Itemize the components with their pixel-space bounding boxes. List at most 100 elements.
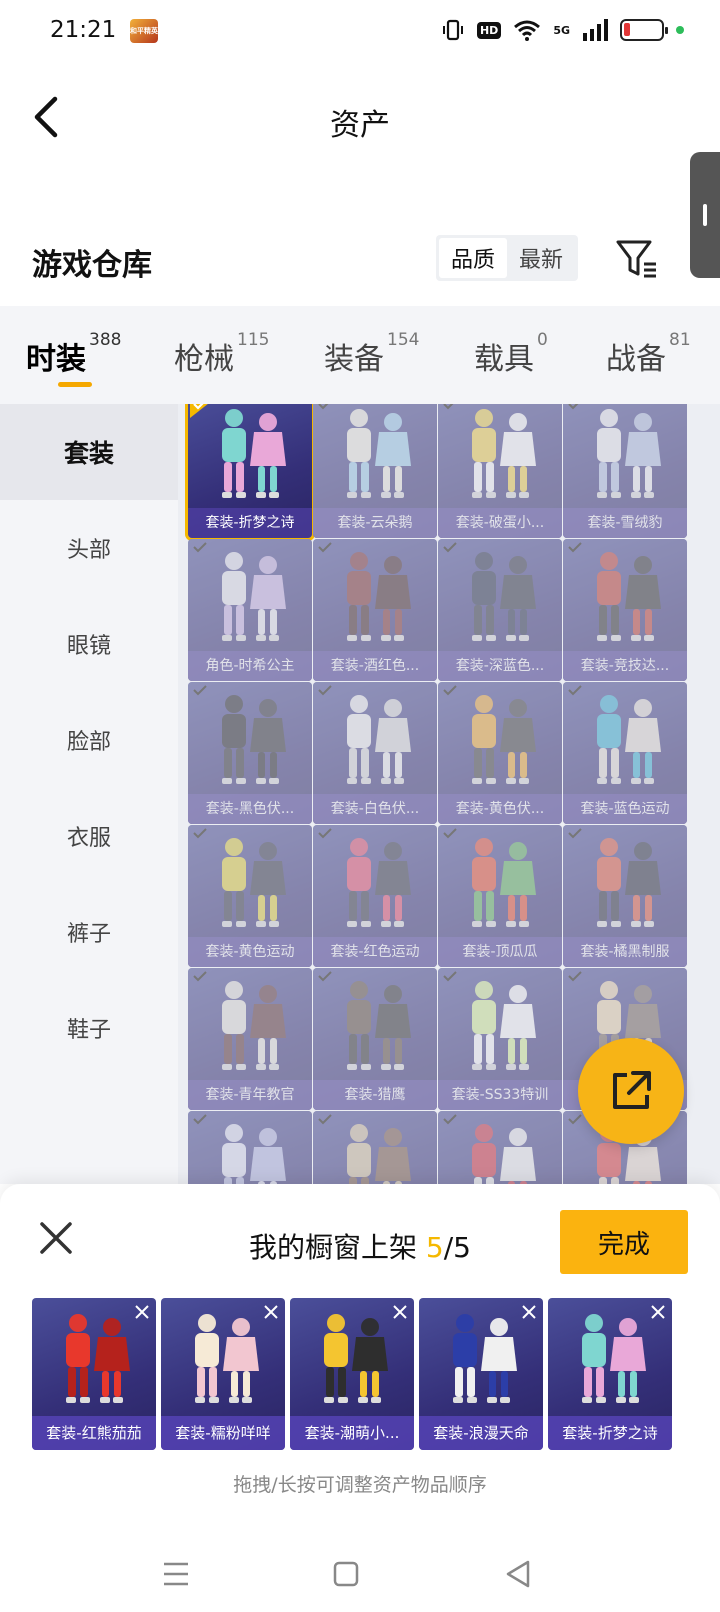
category-item-face[interactable]: 脸部: [0, 692, 178, 788]
showcase-item[interactable]: 套装-糯粉咩咩: [161, 1298, 285, 1450]
check-icon: [318, 1114, 332, 1125]
showcase-item[interactable]: 套装-浪漫天命: [419, 1298, 543, 1450]
asset-card[interactable]: 套装-雪绒豹: [563, 404, 687, 538]
check-icon: [568, 542, 582, 553]
battery-icon: [620, 19, 668, 41]
nav-home-button[interactable]: [326, 1554, 366, 1594]
category-item-shoes[interactable]: 鞋子: [0, 980, 178, 1076]
check-icon: [318, 404, 329, 410]
nav-back-button[interactable]: [498, 1554, 538, 1594]
asset-card[interactable]: 套装-破蛋小...: [438, 404, 562, 538]
showcase-item[interactable]: 套装-潮萌小...: [290, 1298, 414, 1450]
filter-button[interactable]: [614, 236, 660, 282]
check-icon: [443, 1114, 457, 1125]
sort-toggle: 品质 最新: [436, 235, 578, 281]
remove-item-button[interactable]: [515, 1298, 543, 1326]
check-icon: [443, 971, 457, 982]
warehouse-title: 游戏仓库: [32, 248, 152, 283]
asset-card[interactable]: 角色-时希公主: [188, 539, 312, 681]
remove-item-button[interactable]: [644, 1298, 672, 1326]
category-item-glasses[interactable]: 眼镜: [0, 596, 178, 692]
asset-card[interactable]: 套装-黑色伏...: [188, 682, 312, 824]
active-tab-indicator: [58, 382, 92, 387]
check-icon: [443, 685, 457, 696]
asset-card[interactable]: 套装-顶瓜瓜: [438, 825, 562, 967]
privacy-dot: [676, 26, 684, 34]
sort-option-newest[interactable]: 最新: [507, 238, 575, 278]
close-icon: [522, 1305, 536, 1319]
page-title: 资产: [330, 108, 390, 143]
asset-card[interactable]: 套装-深蓝色...: [438, 539, 562, 681]
check-icon: [193, 828, 207, 839]
tab-firearms[interactable]: 枪械115: [174, 330, 269, 378]
check-icon: [443, 542, 457, 553]
asset-card[interactable]: 套装-黄色运动: [188, 825, 312, 967]
check-icon: [193, 685, 207, 696]
asset-card[interactable]: 套装-SS33特训: [438, 968, 562, 1110]
asset-card[interactable]: 套装-橘黑制服: [563, 825, 687, 967]
wifi-icon: [514, 20, 541, 41]
asset-card[interactable]: 套装-折梦之诗: [188, 404, 312, 538]
category-item-pants[interactable]: 裤子: [0, 884, 178, 980]
check-icon: [443, 404, 454, 410]
showcase-item-label: 套装-潮萌小...: [290, 1416, 414, 1450]
remove-item-button[interactable]: [128, 1298, 156, 1326]
check-icon: [318, 685, 332, 696]
close-icon: [264, 1305, 278, 1319]
menu-icon: [164, 1562, 188, 1586]
share-fab[interactable]: [578, 1038, 684, 1144]
asset-card[interactable]: [313, 1111, 437, 1184]
asset-card[interactable]: [438, 1111, 562, 1184]
asset-card[interactable]: 套装-竞技达...: [563, 539, 687, 681]
asset-card[interactable]: 套装-青年教官: [188, 968, 312, 1110]
hd-badge: HD: [476, 21, 502, 39]
outfit-image: [222, 409, 286, 498]
remove-item-button[interactable]: [386, 1298, 414, 1326]
check-icon: [193, 971, 207, 982]
check-icon: [318, 971, 332, 982]
check-icon: [318, 542, 332, 553]
tab-battle-prep[interactable]: 战备81: [606, 330, 691, 378]
disabled-overlay: [563, 404, 687, 538]
asset-card[interactable]: 套装-白色伏...: [313, 682, 437, 824]
asset-card[interactable]: 套装-蓝色运动: [563, 682, 687, 824]
category-list: 套装 头部 眼镜 脸部 衣服 裤子 鞋子: [0, 404, 178, 1184]
asset-type-tabs: 时装388 枪械115 装备154 载具0 战备81: [0, 306, 720, 404]
disabled-overlay: [438, 404, 562, 538]
tab-equipment[interactable]: 装备154: [324, 330, 419, 378]
check-icon: [193, 542, 207, 553]
asset-card[interactable]: 套装-猎鹰: [313, 968, 437, 1110]
showcase-item-label: 套装-红熊茄茄: [32, 1416, 156, 1450]
share-external-icon: [613, 1071, 651, 1109]
sort-option-quality[interactable]: 品质: [439, 238, 507, 278]
category-item-suit[interactable]: 套装: [0, 404, 178, 500]
close-icon: [135, 1305, 149, 1319]
check-icon: [568, 685, 582, 696]
showcase-item[interactable]: 套装-折梦之诗: [548, 1298, 672, 1450]
category-item-head[interactable]: 头部: [0, 500, 178, 596]
asset-card[interactable]: 套装-酒红色...: [313, 539, 437, 681]
done-button[interactable]: 完成: [560, 1210, 688, 1274]
vibrate-icon: [442, 19, 463, 41]
check-icon: [568, 971, 582, 982]
close-icon: [393, 1305, 407, 1319]
close-icon: [651, 1305, 665, 1319]
signal-icon: [583, 19, 608, 41]
status-icons: HD 5G: [441, 18, 684, 42]
check-icon: [443, 828, 457, 839]
asset-card[interactable]: [188, 1111, 312, 1184]
tab-fashion[interactable]: 时装388: [26, 330, 121, 378]
asset-card-label: 套装-折梦之诗: [188, 508, 312, 538]
nav-menu-button[interactable]: [156, 1554, 196, 1594]
reorder-hint: 拖拽/长按可调整资产物品顺序: [233, 1474, 487, 1496]
check-icon: [190, 404, 208, 418]
floating-side-handle[interactable]: [690, 152, 720, 278]
tab-vehicles[interactable]: 载具0: [474, 330, 548, 378]
asset-card[interactable]: 套装-云朵鹅: [313, 404, 437, 538]
asset-card[interactable]: 套装-黄色伏...: [438, 682, 562, 824]
asset-card[interactable]: 套装-红色运动: [313, 825, 437, 967]
check-icon: [568, 404, 579, 410]
showcase-item[interactable]: 套装-红熊茄茄: [32, 1298, 156, 1450]
remove-item-button[interactable]: [257, 1298, 285, 1326]
category-item-clothes[interactable]: 衣服: [0, 788, 178, 884]
